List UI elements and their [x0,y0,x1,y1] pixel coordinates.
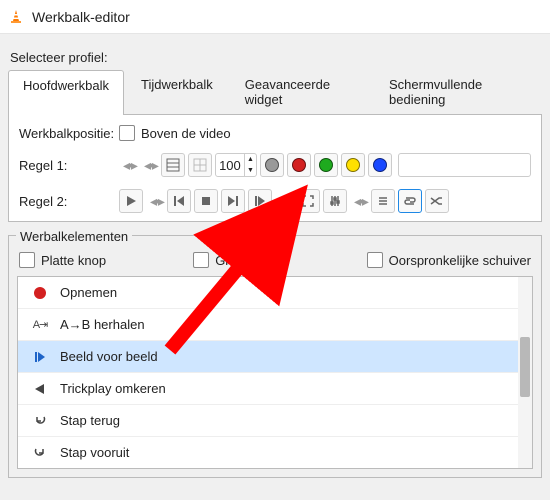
reverse-icon [30,384,50,394]
color-green[interactable] [314,153,338,177]
zoom-spinner[interactable]: 100 ▲▼ [215,153,257,177]
list-item[interactable]: Trickplay omkeren [18,373,532,405]
prev-icon[interactable] [167,189,191,213]
record-icon [30,287,50,299]
color-red[interactable] [287,153,311,177]
elements-label: Werbalkelementen [16,229,132,244]
loop-icon[interactable] [398,189,422,213]
orig-slider-checkbox[interactable] [367,252,383,268]
tab-fullscreen-controls[interactable]: Schermvullende bediening [374,69,540,114]
playlist-icon[interactable] [161,153,185,177]
window-title: Werkbalk-editor [32,9,130,25]
tab-time-toolbar[interactable]: Tijdwerkbalk [126,69,228,114]
tab-main-toolbar[interactable]: Hoofdwerkbalk [8,70,124,115]
flat-button-checkbox[interactable] [19,252,35,268]
fullscreen-icon[interactable] [296,189,320,213]
elements-group: Platte knop Grote knop Oorspronkelijke s… [8,235,542,478]
list-item[interactable]: Beeld voor beeld [18,341,532,373]
expander-icon[interactable]: ◂•▸ [354,193,367,210]
list-item[interactable]: Stap vooruit [18,437,532,469]
tab-advanced-widget[interactable]: Geavanceerde widget [230,69,372,114]
play-icon[interactable] [119,189,143,213]
line2-label: Regel 2: [19,194,119,209]
listbox-scrollbar[interactable] [518,277,532,468]
scrollbar-thumb[interactable] [520,337,530,397]
expander-icon[interactable]: ◂•▸ [279,193,292,210]
vlc-cone-icon [8,9,24,25]
shuffle-icon[interactable] [425,189,449,213]
color-grey[interactable] [260,153,284,177]
list-item[interactable]: Stap terug [18,405,532,437]
above-video-label: Boven de video [141,126,231,141]
spacer-widget[interactable] [398,153,531,177]
next-icon[interactable] [221,189,245,213]
list-icon[interactable] [371,189,395,213]
expander-icon[interactable]: ◂•▸ [123,157,136,174]
window-titlebar: Werkbalk-editor [0,0,550,34]
elements-list[interactable]: Opnemen A⇥ A→B herhalen Beeld voor beeld… [17,276,533,469]
color-yellow[interactable] [341,153,365,177]
above-video-checkbox[interactable] [119,125,135,141]
profile-label: Selecteer profiel: [10,50,540,65]
list-item[interactable]: Opnemen [18,277,532,309]
position-label: Werkbalkpositie: [19,126,119,141]
step-back-icon [30,415,50,427]
toolbar-config-group: Werkbalkpositie: Boven de video Regel 1:… [8,115,542,222]
line1-label: Regel 1: [19,158,119,173]
expander-icon[interactable]: ◂•▸ [144,157,157,174]
step-forward-icon [30,447,50,459]
expander-icon[interactable]: ◂•▸ [150,193,163,210]
big-button-checkbox[interactable] [193,252,209,268]
frame-step-icon[interactable] [248,189,272,213]
spinner-up-icon[interactable]: ▲ [244,154,256,165]
stop-icon[interactable] [194,189,218,213]
grid-icon[interactable] [188,153,212,177]
line-1-row: Regel 1: ◂•▸ ◂•▸ 100 ▲▼ [19,153,531,177]
list-item[interactable]: A⇥ A→B herhalen [18,309,532,341]
frame-by-frame-icon [30,351,50,363]
line-2-row: Regel 2: ◂•▸ ◂•▸ ◂•▸ [19,189,531,213]
tab-bar: Hoofdwerkbalk Tijdwerkbalk Geavanceerde … [8,69,542,115]
color-blue[interactable] [368,153,392,177]
spinner-down-icon[interactable]: ▼ [244,165,256,176]
eq-icon[interactable] [323,189,347,213]
ab-repeat-icon: A⇥ [30,318,50,331]
